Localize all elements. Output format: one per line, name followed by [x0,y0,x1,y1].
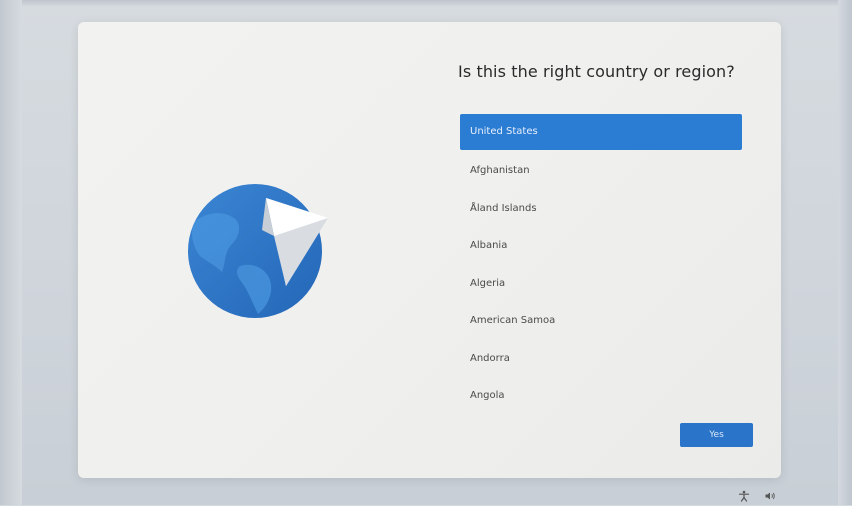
accessibility-icon[interactable] [738,487,750,502]
country-list[interactable]: United States Afghanistan Åland Islands … [460,114,742,419]
screen-frame-right [838,0,852,505]
page-title: Is this the right country or region? [458,62,735,81]
country-item-angola[interactable]: Angola [460,381,742,411]
screen-frame-left [0,0,22,505]
screen-frame [0,0,852,6]
yes-button[interactable]: Yes [680,423,753,447]
country-item-aland-islands[interactable]: Åland Islands [460,194,742,224]
system-tray [738,486,776,502]
country-item-albania[interactable]: Albania [460,231,742,261]
oobe-region-card: Is this the right country or region? Uni… [78,22,781,478]
volume-icon[interactable] [764,487,776,500]
country-item-united-states[interactable]: United States [460,114,742,150]
country-item-algeria[interactable]: Algeria [460,269,742,299]
country-item-andorra[interactable]: Andorra [460,344,742,374]
globe-paper-plane-illustration [188,184,328,318]
country-item-american-samoa[interactable]: American Samoa [460,306,742,336]
country-item-afghanistan[interactable]: Afghanistan [460,156,742,186]
